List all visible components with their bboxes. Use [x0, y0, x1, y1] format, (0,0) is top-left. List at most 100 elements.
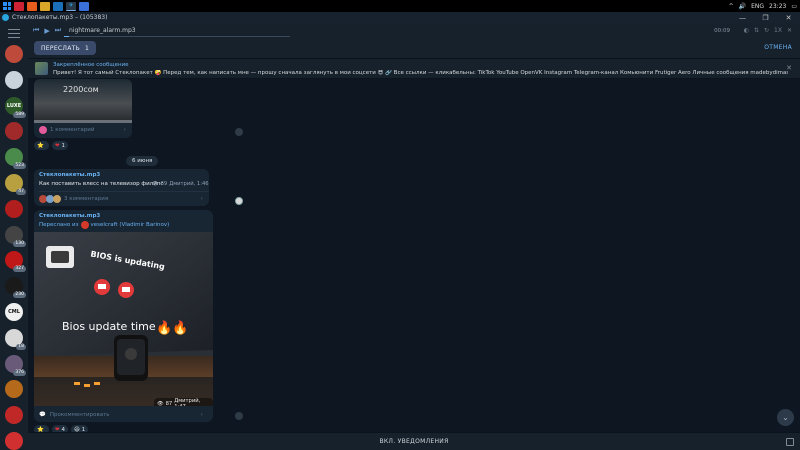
forwarded-prefix: Переслано из	[39, 222, 79, 228]
chat-avatar[interactable]: 327	[5, 251, 26, 273]
os-taskbar: ✈ ^ 🔊 ENG 23:23 ▭	[0, 0, 800, 12]
date-separator: 6 июня	[126, 156, 159, 166]
app-icon-6[interactable]	[79, 1, 89, 11]
comments-link[interactable]: 3 комментария ›	[39, 191, 209, 205]
reaction-laugh[interactable]: 😆 1	[70, 425, 89, 432]
comment-input-link[interactable]: 💬 Прокомментировать ›	[39, 408, 209, 422]
chat-avatar[interactable]	[5, 45, 23, 63]
chat-avatar[interactable]	[5, 199, 23, 218]
reactions-row: ⭐ ❤ 4 😆 1	[34, 425, 89, 432]
photo-price-text: 2200сом	[63, 85, 99, 94]
chat-avatar[interactable]: 18	[5, 328, 26, 350]
close-pinned-icon[interactable]: ✕	[786, 64, 792, 72]
volume-icon[interactable]: ◐	[744, 27, 749, 34]
select-message-circle[interactable]	[235, 128, 243, 136]
reaction-star[interactable]: ⭐	[34, 425, 49, 432]
chat-avatar[interactable]: LUXE 589	[5, 96, 26, 118]
chat-avatar[interactable]	[5, 432, 23, 450]
svg-text:🔥🔥: 🔥🔥	[156, 320, 188, 336]
heart-icon: ❤	[54, 142, 60, 149]
track-title[interactable]: nightmare_alarm.mp3	[69, 27, 136, 34]
unread-badge: 18	[16, 343, 26, 350]
commenter-avatar	[53, 194, 61, 203]
hamburger-menu-icon[interactable]	[8, 29, 20, 38]
message-sender[interactable]: Стеклопакеты.mp3	[39, 172, 100, 178]
forward-count: 1	[85, 44, 90, 52]
scroll-down-button[interactable]: ⌄	[777, 409, 794, 426]
chat-avatar[interactable]	[5, 122, 23, 141]
unread-badge: 523	[13, 163, 26, 170]
message-photo[interactable]: 🔥🔥 BIOS is updating Bios update time 👁 8…	[34, 232, 213, 406]
close-player-icon[interactable]: ✕	[787, 27, 792, 34]
track-progress-fill	[64, 36, 69, 37]
folder-icon[interactable]	[40, 1, 50, 11]
next-track-icon[interactable]: ⏭	[55, 26, 61, 35]
play-icon[interactable]: ▶	[44, 27, 49, 35]
chat-avatar[interactable]: 523	[5, 148, 26, 170]
select-message-circle[interactable]	[235, 412, 243, 420]
track-time: 00:09	[714, 27, 730, 34]
clock[interactable]: 23:23	[769, 3, 786, 10]
maximize-button[interactable]: ❐	[754, 14, 777, 22]
cancel-button[interactable]: ОТМЕНА	[764, 44, 792, 51]
minimize-button[interactable]: —	[731, 14, 754, 22]
windows-start-icon[interactable]	[3, 2, 11, 10]
selected-message-check[interactable]	[235, 197, 243, 205]
close-button[interactable]: ✕	[777, 14, 800, 22]
reaction-heart[interactable]: ❤ 1	[51, 141, 68, 150]
pinned-title: Закреплённое сообщение	[53, 62, 129, 68]
chat-avatar[interactable]	[5, 70, 23, 89]
chat-avatar[interactable]: 130	[5, 225, 26, 247]
chevron-right-icon: ›	[123, 127, 126, 133]
language-indicator[interactable]: ENG	[751, 3, 764, 10]
unread-badge: 130	[13, 240, 26, 247]
photo-caption-text: Bios update time	[62, 320, 156, 333]
forward-button[interactable]: ПЕРЕСЛАТЬ 1	[34, 41, 97, 55]
chat-avatar[interactable]	[5, 406, 23, 425]
reaction-heart[interactable]: ❤ 4	[51, 425, 68, 432]
speed-icon[interactable]: 1X	[774, 27, 782, 34]
chat-avatar-label: LUXE	[6, 102, 22, 109]
tray-chevron-icon[interactable]: ^	[729, 3, 734, 10]
forward-label: ПЕРЕСЛАТЬ	[41, 44, 80, 52]
chat-avatar[interactable]	[5, 380, 23, 399]
repeat-icon[interactable]: ↻	[764, 27, 769, 34]
chat-avatar[interactable]: 230	[5, 277, 26, 299]
forwarded-avatar	[80, 221, 89, 229]
comment-bubble-icon: 💬	[39, 412, 46, 418]
message-meta: 👁 69 Дмитрий, 1:46	[152, 181, 209, 187]
reaction-star[interactable]: ⭐	[34, 141, 49, 150]
notifications-toggle-bar[interactable]: ВКЛ. УВЕДОМЛЕНИЯ	[28, 432, 800, 450]
message-author-time: Дмитрий, 1:46	[169, 181, 209, 187]
playlist-order-icon[interactable]: ⇅	[754, 27, 759, 34]
message-sender[interactable]: Стеклопакеты.mp3	[39, 213, 100, 219]
previous-track-icon[interactable]: ⏮	[33, 26, 39, 35]
chat-avatar[interactable]: CML	[5, 303, 23, 321]
views-count: 87	[165, 401, 173, 406]
audio-player-bar: ⏮ ▶ ⏭ nightmare_alarm.mp3 00:09 ◐ ⇅ ↻ 1X…	[28, 23, 800, 38]
forwarded-from-line[interactable]: Переслано из veselcraft (Vladimir Barino…	[39, 221, 169, 229]
message-bubble[interactable]: 2200сом 1 комментарий ›	[34, 79, 132, 138]
message-bubble[interactable]: Стеклопакеты.mp3 Переслано из veselcraft…	[34, 210, 213, 422]
unread-badge: 589	[13, 111, 26, 118]
selection-toolbar: ПЕРЕСЛАТЬ 1 ОТМЕНА	[28, 38, 800, 59]
brave-icon[interactable]	[27, 1, 37, 11]
chat-messages-area: 2200сом 1 комментарий › ⭐ ❤ 1 6 июня Стек…	[28, 79, 800, 432]
chat-avatar[interactable]: 47	[5, 174, 26, 195]
app-icon-1[interactable]	[14, 1, 24, 11]
comment-placeholder: Прокомментировать	[49, 412, 110, 418]
track-progress-bar[interactable]	[64, 36, 290, 37]
gift-icon[interactable]	[786, 437, 794, 446]
pinned-message-bar[interactable]: Закреплённое сообщение Привет! Я тот сам…	[28, 59, 800, 79]
vscode-icon[interactable]	[53, 1, 63, 11]
chat-avatar[interactable]: 376	[5, 354, 26, 376]
notifications-toggle-label[interactable]: ВКЛ. УВЕДОМЛЕНИЯ	[379, 438, 448, 445]
comments-link[interactable]: 1 комментарий ›	[39, 123, 132, 137]
window-titlebar: Стеклопакеты.mp3 – (105383) — ❐ ✕	[0, 12, 800, 23]
notifications-icon[interactable]: ▭	[791, 3, 797, 10]
views-count: 69	[160, 181, 168, 187]
forwarded-from-name: veselcraft (Vladimir Barinov)	[90, 222, 170, 228]
message-bubble[interactable]: Стеклопакеты.mp3 Как поставить влесс на …	[34, 169, 209, 206]
volume-icon[interactable]: 🔊	[739, 3, 746, 10]
telegram-icon[interactable]: ✈	[66, 1, 76, 11]
